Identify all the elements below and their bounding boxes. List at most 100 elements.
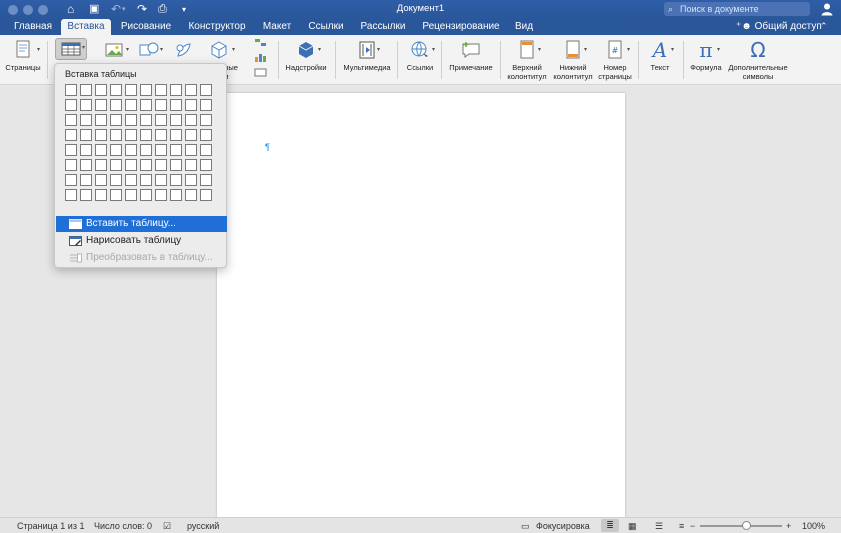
document-page[interactable] <box>217 93 625 517</box>
table-grid-cell[interactable] <box>125 174 137 186</box>
table-grid-cell[interactable] <box>110 189 122 201</box>
table-grid-cell[interactable] <box>170 144 182 156</box>
table-grid-cell[interactable] <box>95 189 107 201</box>
tab-references[interactable]: Ссылки <box>305 19 347 35</box>
table-grid-cell[interactable] <box>185 84 197 96</box>
addins-button[interactable]: Надстройки <box>282 39 330 73</box>
table-grid-cell[interactable] <box>185 174 197 186</box>
table-grid-cell[interactable] <box>140 144 152 156</box>
convert-to-table-item[interactable]: Преобразовать в таблицу... <box>56 250 227 266</box>
table-grid-cell[interactable] <box>155 114 167 126</box>
focus-mode-button[interactable]: Фокусировка <box>536 520 590 532</box>
table-button[interactable]: ▾ <box>55 38 87 60</box>
table-grid-cell[interactable] <box>170 99 182 111</box>
share-button[interactable]: ⁺☻ Общий доступ <box>736 19 822 34</box>
header-button[interactable]: Верхний колонтитул <box>504 39 550 81</box>
table-grid-cell[interactable] <box>155 144 167 156</box>
table-grid-cell[interactable] <box>185 159 197 171</box>
zoom-level[interactable]: 100% <box>802 520 825 532</box>
table-grid-cell[interactable] <box>80 189 92 201</box>
table-grid-cell[interactable] <box>95 129 107 141</box>
table-grid-cell[interactable] <box>185 129 197 141</box>
table-grid-cell[interactable] <box>80 144 92 156</box>
table-grid-cell[interactable] <box>110 159 122 171</box>
table-grid-cell[interactable] <box>200 159 212 171</box>
shapes-button[interactable] <box>135 39 163 64</box>
zoom-out-button[interactable]: − <box>690 520 695 532</box>
table-grid-cell[interactable] <box>110 84 122 96</box>
tab-draw[interactable]: Рисование <box>117 19 175 35</box>
text-button[interactable]: A Текст <box>644 39 676 73</box>
table-grid-cell[interactable] <box>125 189 137 201</box>
zoom-in-button[interactable]: + <box>786 520 791 532</box>
table-grid-cell[interactable] <box>170 174 182 186</box>
table-grid-cell[interactable] <box>65 144 77 156</box>
screenshot-button[interactable] <box>252 67 270 80</box>
table-grid-cell[interactable] <box>80 159 92 171</box>
web-layout-icon[interactable]: ▦ <box>628 520 637 532</box>
equation-button[interactable]: π Формула <box>687 39 725 73</box>
table-grid-cell[interactable] <box>125 99 137 111</box>
table-grid-cell[interactable] <box>65 129 77 141</box>
icons-button[interactable] <box>170 39 196 64</box>
insert-table-dialog-item[interactable]: Вставить таблицу... <box>56 216 227 232</box>
3d-models-button[interactable] <box>206 39 232 64</box>
user-icon[interactable] <box>820 2 834 16</box>
table-grid-cell[interactable] <box>65 189 77 201</box>
draft-view-icon[interactable]: ≡ <box>679 520 684 532</box>
table-grid-cell[interactable] <box>140 159 152 171</box>
links-button[interactable]: Ссылки <box>402 39 438 73</box>
table-grid-cell[interactable] <box>200 84 212 96</box>
symbols-button[interactable]: Ω Дополнительные символы <box>726 39 790 81</box>
table-grid-cell[interactable] <box>125 129 137 141</box>
table-grid-cell[interactable] <box>140 189 152 201</box>
zoom-slider-handle[interactable] <box>742 521 751 530</box>
table-grid-cell[interactable] <box>65 174 77 186</box>
table-grid-cell[interactable] <box>170 84 182 96</box>
table-grid-cell[interactable] <box>200 129 212 141</box>
language[interactable]: русский <box>187 520 219 532</box>
media-button[interactable]: Мультимедиа <box>339 39 395 73</box>
table-grid-cell[interactable] <box>95 144 107 156</box>
table-grid-cell[interactable] <box>110 129 122 141</box>
table-grid-cell[interactable] <box>95 99 107 111</box>
table-grid-cell[interactable] <box>185 99 197 111</box>
table-grid-cell[interactable] <box>125 159 137 171</box>
footer-button[interactable]: Нижний колонтитул <box>550 39 596 81</box>
table-grid-cell[interactable] <box>80 84 92 96</box>
zoom-slider[interactable] <box>700 525 782 527</box>
table-grid-cell[interactable] <box>185 114 197 126</box>
table-grid-cell[interactable] <box>125 114 137 126</box>
table-grid-cell[interactable] <box>65 84 77 96</box>
table-grid-cell[interactable] <box>200 144 212 156</box>
table-grid-cell[interactable] <box>140 114 152 126</box>
outline-view-icon[interactable]: ☰ <box>655 520 663 532</box>
table-grid-cell[interactable] <box>155 99 167 111</box>
table-grid-cell[interactable] <box>65 99 77 111</box>
chart-button[interactable] <box>252 52 270 66</box>
table-grid-cell[interactable] <box>155 84 167 96</box>
table-grid-cell[interactable] <box>95 114 107 126</box>
table-grid-cell[interactable] <box>185 144 197 156</box>
table-grid-cell[interactable] <box>155 174 167 186</box>
table-grid-cell[interactable] <box>110 174 122 186</box>
proofing-icon[interactable]: ☑ <box>163 520 171 532</box>
table-grid-cell[interactable] <box>170 189 182 201</box>
pages-button[interactable]: Страницы <box>4 39 42 73</box>
tab-review[interactable]: Рецензирование <box>418 19 504 35</box>
table-grid-cell[interactable] <box>65 114 77 126</box>
table-grid-cell[interactable] <box>200 99 212 111</box>
search-input[interactable]: ⌕ Поиск в документе <box>664 2 810 16</box>
tab-design[interactable]: Конструктор <box>184 19 250 35</box>
tab-home[interactable]: Главная <box>8 19 58 35</box>
table-grid-cell[interactable] <box>125 84 137 96</box>
table-grid-cell[interactable] <box>155 159 167 171</box>
tab-insert[interactable]: Вставка <box>61 19 111 35</box>
table-grid-cell[interactable] <box>80 129 92 141</box>
new-comment-button[interactable]: Примечание <box>445 39 497 73</box>
table-grid-cell[interactable] <box>185 189 197 201</box>
tab-view[interactable]: Вид <box>512 19 536 35</box>
table-grid-cell[interactable] <box>95 159 107 171</box>
table-grid-cell[interactable] <box>110 99 122 111</box>
table-grid-cell[interactable] <box>140 99 152 111</box>
